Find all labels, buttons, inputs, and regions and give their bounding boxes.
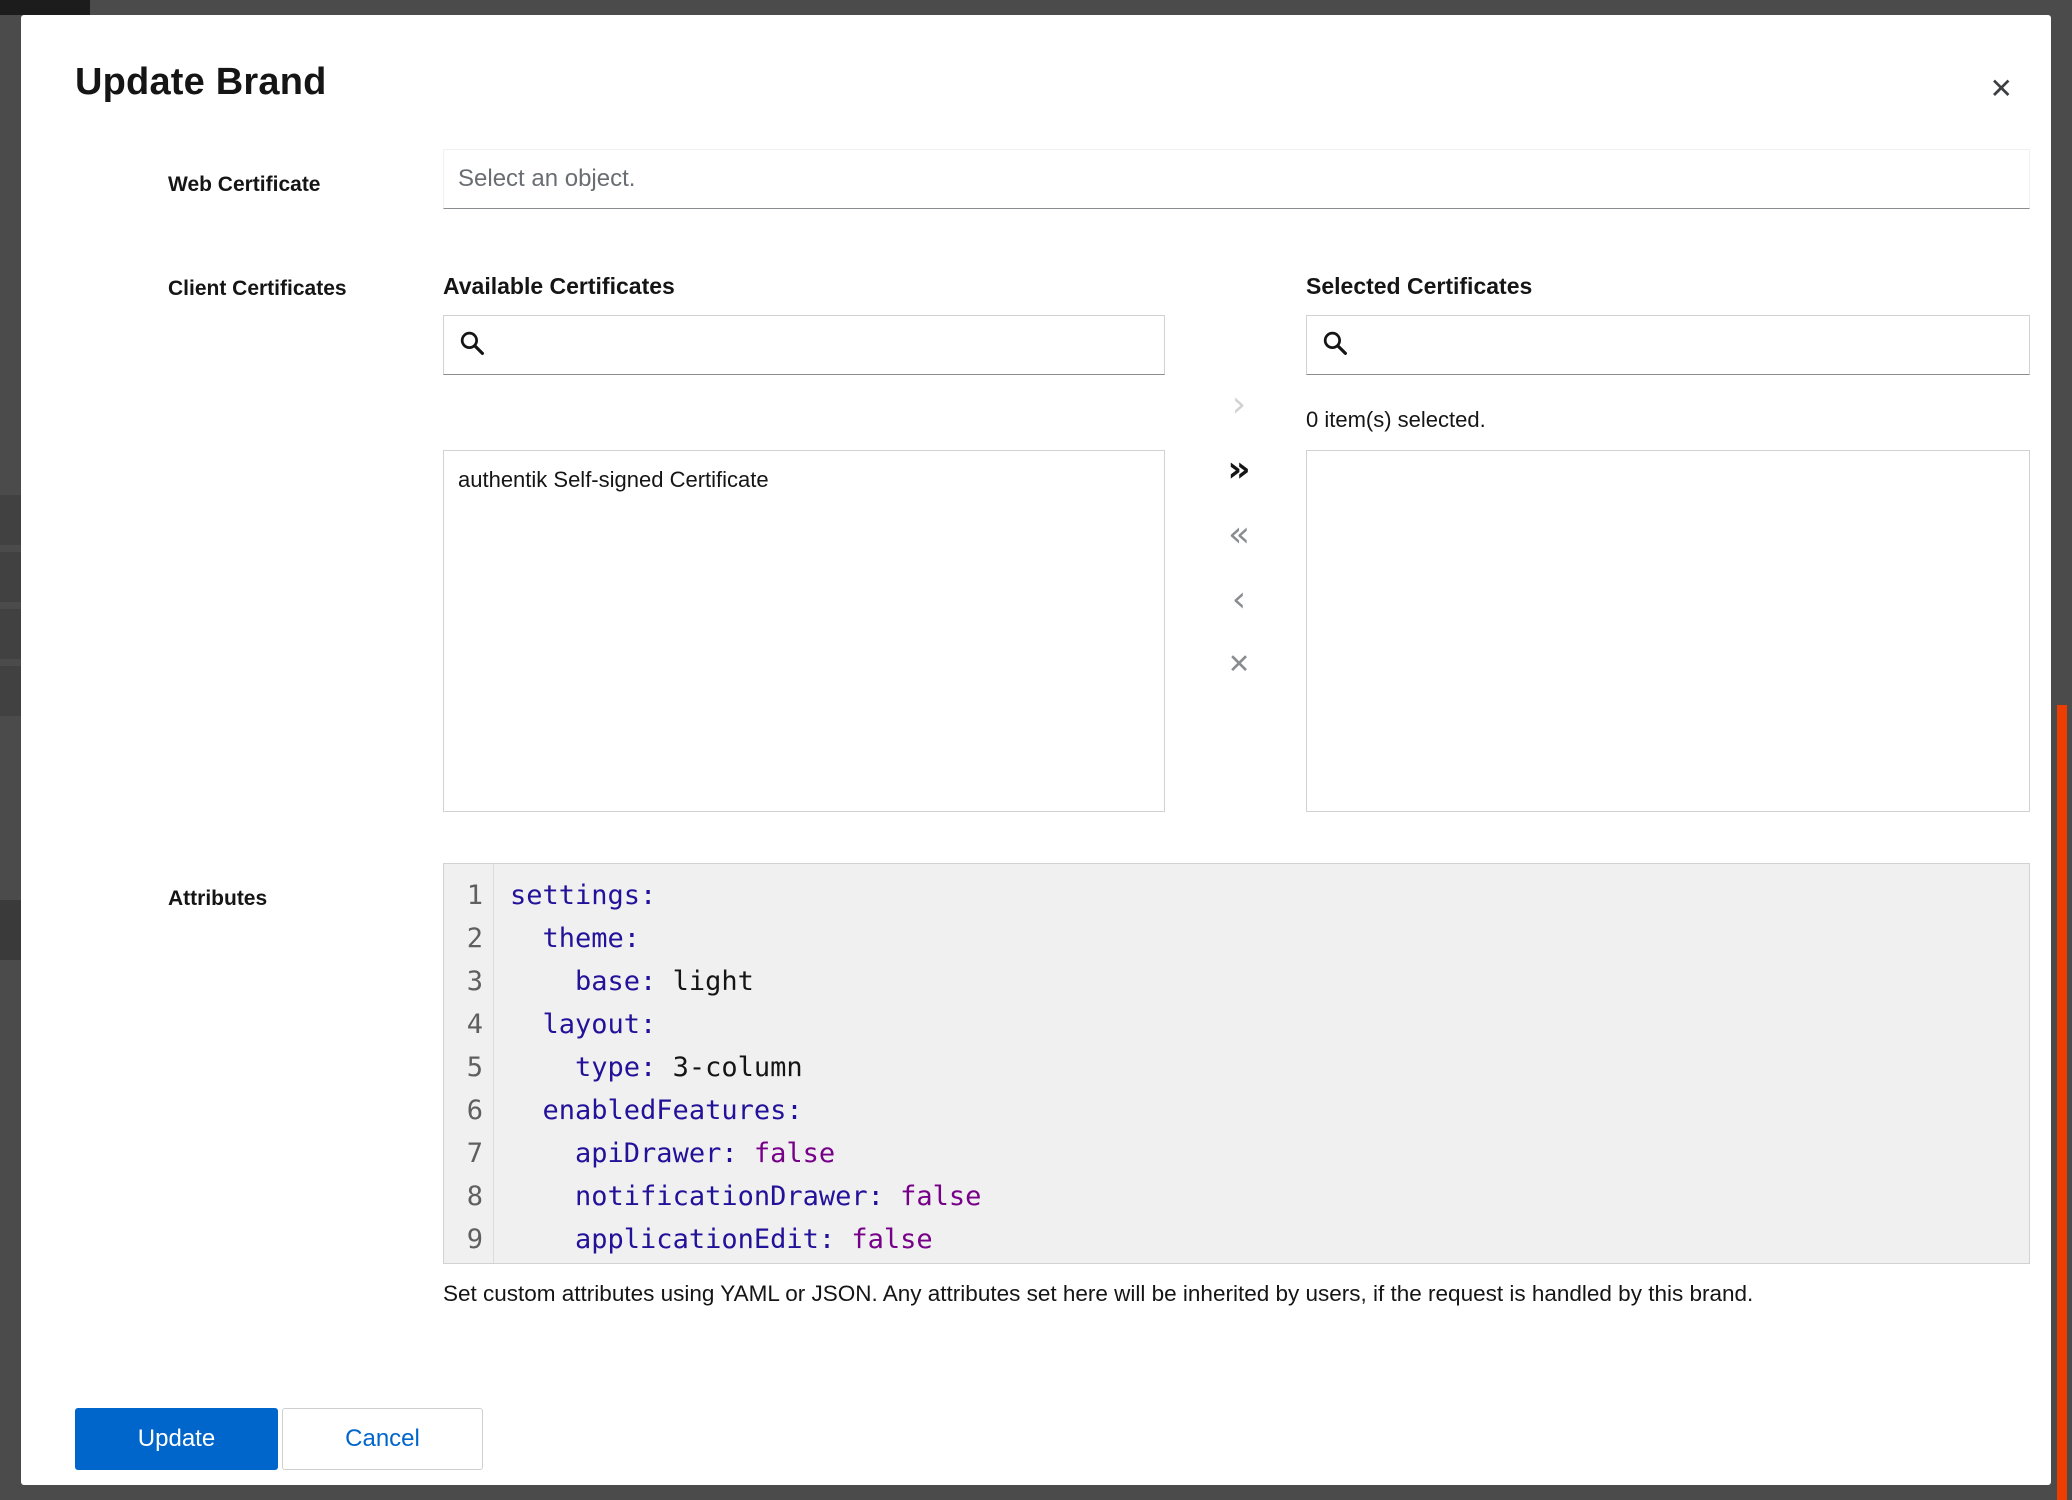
selected-certificates-search (1306, 315, 2030, 375)
line-number: 1 (444, 874, 483, 917)
clear-selection-button[interactable]: ✕ (1209, 643, 1269, 687)
move-selected-right-button[interactable]: › (1209, 383, 1269, 427)
certificate-list-item[interactable]: authentik Self-signed Certificate (444, 459, 1164, 501)
editor-gutter: 123456789 (444, 864, 494, 1263)
line-number: 5 (444, 1046, 483, 1089)
web-certificate-placeholder: Select an object. (458, 165, 635, 193)
update-button[interactable]: Update (75, 1408, 278, 1470)
background-app-header (0, 0, 90, 15)
line-number: 4 (444, 1003, 483, 1046)
background-app-remnant (0, 609, 21, 659)
code-line: notificationDrawer: false (510, 1175, 2029, 1218)
web-certificate-select[interactable]: Select an object. (443, 149, 2030, 209)
search-icon (1322, 330, 1348, 361)
selected-certificates-search-input[interactable] (1360, 331, 2014, 360)
attributes-code-editor[interactable]: 123456789 settings: theme: base: light l… (443, 863, 2030, 1264)
background-app-remnant (0, 495, 21, 545)
available-certificates-title: Available Certificates (443, 273, 675, 300)
attributes-label: Attributes (168, 887, 267, 911)
move-selected-left-button[interactable]: ‹ (1209, 578, 1269, 622)
code-line: enabledFeatures: (510, 1089, 2029, 1132)
selected-certificates-title: Selected Certificates (1306, 273, 1532, 300)
editor-code: settings: theme: base: light layout: typ… (494, 864, 2029, 1263)
selected-count-status: 0 item(s) selected. (1306, 407, 1486, 433)
cancel-button[interactable]: Cancel (282, 1408, 483, 1470)
close-icon[interactable]: ✕ (1990, 75, 2013, 103)
code-line: layout: (510, 1003, 2029, 1046)
modal-title: Update Brand (75, 61, 327, 104)
background-app-remnant (0, 666, 21, 716)
line-number: 3 (444, 960, 483, 1003)
available-certificates-search (443, 315, 1165, 375)
background-app-remnant (0, 552, 21, 602)
move-all-right-button[interactable]: » (1209, 448, 1269, 492)
code-line: applicationEdit: false (510, 1218, 2029, 1261)
code-line: theme: (510, 917, 2029, 960)
background-accent-bar (2057, 705, 2067, 1500)
line-number: 2 (444, 917, 483, 960)
available-certificates-search-input[interactable] (497, 331, 1149, 360)
dual-list-transfer-controls: › » « ‹ ✕ (1197, 383, 1281, 687)
move-all-left-button[interactable]: « (1209, 513, 1269, 557)
client-certificates-label: Client Certificates (168, 277, 347, 301)
web-certificate-label: Web Certificate (168, 173, 321, 197)
selected-certificates-list (1306, 450, 2030, 812)
line-number: 8 (444, 1175, 483, 1218)
code-line: apiDrawer: false (510, 1132, 2029, 1175)
available-certificates-list: authentik Self-signed Certificate (443, 450, 1165, 812)
line-number: 9 (444, 1218, 483, 1261)
update-brand-modal: Update Brand ✕ Web Certificate Select an… (21, 15, 2051, 1485)
line-number: 7 (444, 1132, 483, 1175)
line-number: 6 (444, 1089, 483, 1132)
search-icon (459, 330, 485, 361)
background-app-remnant (0, 900, 21, 960)
code-line: base: light (510, 960, 2029, 1003)
code-line: type: 3-column (510, 1046, 2029, 1089)
code-line: settings: (510, 874, 2029, 917)
attributes-help-text: Set custom attributes using YAML or JSON… (443, 1281, 2013, 1307)
